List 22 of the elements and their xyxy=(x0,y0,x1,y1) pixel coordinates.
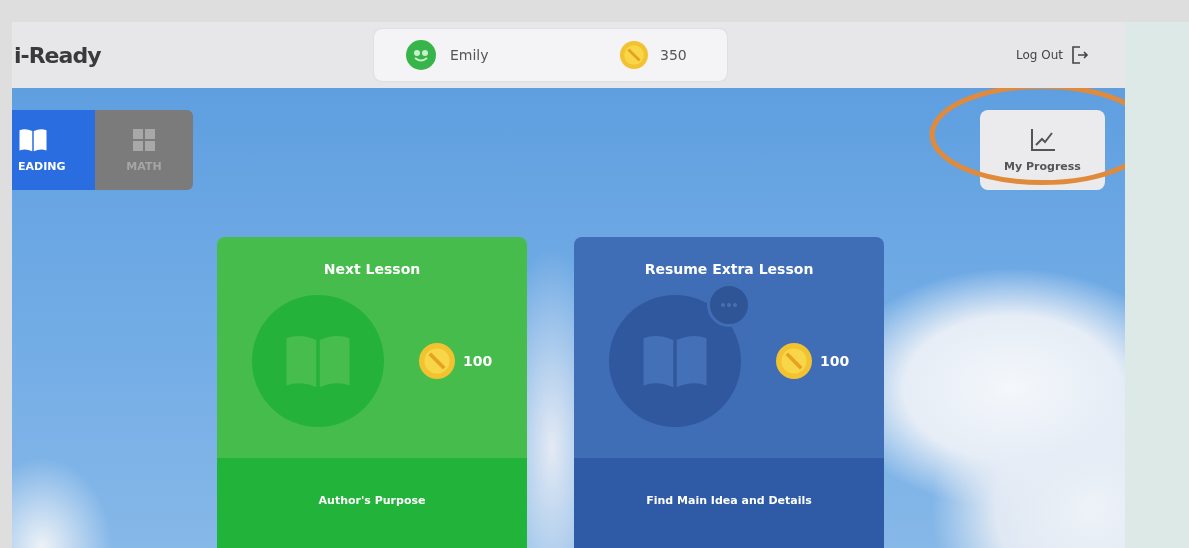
app-logo: i-Ready xyxy=(13,42,102,68)
line-chart-icon xyxy=(1029,127,1056,152)
book-icon xyxy=(283,333,353,389)
user-name: Emily xyxy=(450,47,490,63)
logout-icon xyxy=(1071,45,1089,65)
coin-icon xyxy=(776,343,812,379)
progress-button[interactable]: My Progress xyxy=(980,110,1105,190)
logout-button[interactable]: Log Out xyxy=(1012,41,1093,69)
lesson-topic: Author's Purpose xyxy=(318,494,426,509)
lesson-topic: Find Main Idea and Details xyxy=(646,494,812,509)
coin-icon xyxy=(620,41,648,69)
coin-icon xyxy=(419,343,455,379)
coin-count: 350 xyxy=(660,47,687,63)
book-icon xyxy=(18,127,48,152)
avatar-icon xyxy=(406,40,436,70)
subject-tab[interactable]: EADING xyxy=(12,110,95,190)
coin-reward: 100 xyxy=(463,353,493,369)
lesson-title: Next Lesson xyxy=(323,261,421,277)
grid-icon xyxy=(132,127,156,152)
book-icon xyxy=(640,333,710,389)
coin-reward: 100 xyxy=(820,353,850,369)
lesson-title: Resume Extra Lesson xyxy=(644,261,814,277)
